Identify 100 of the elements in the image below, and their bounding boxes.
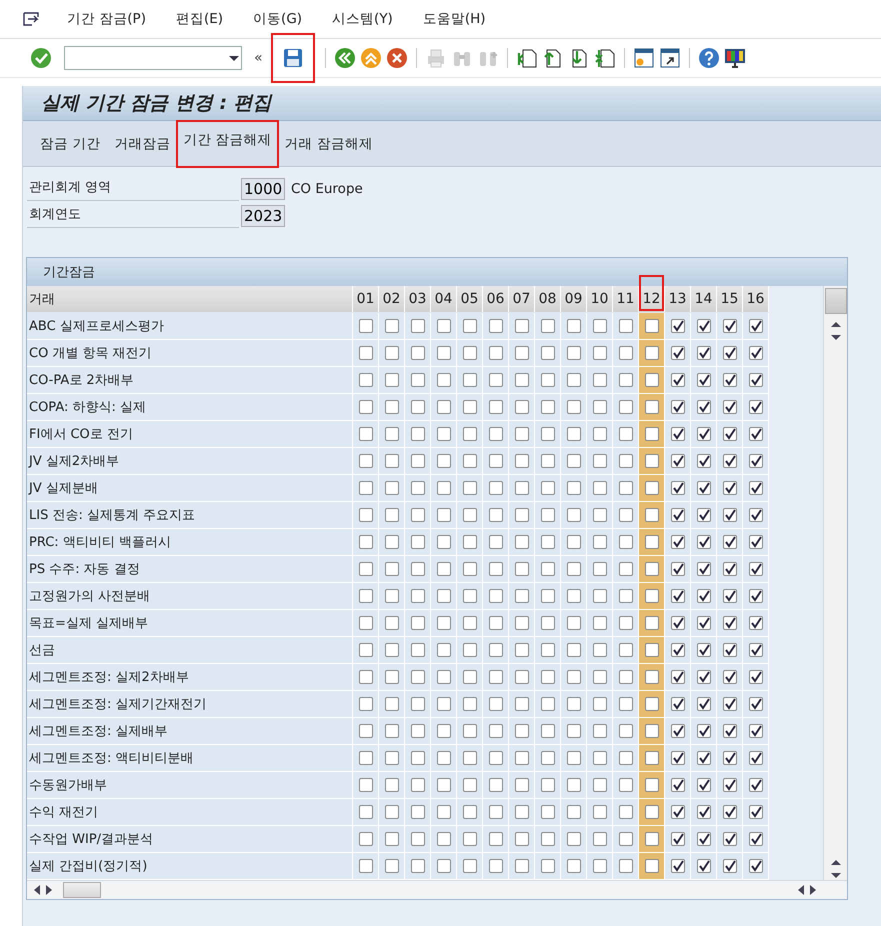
checkbox[interactable] [592,481,606,495]
menu-item[interactable]: 기간 잠금(P) [52,10,161,28]
checkbox[interactable] [748,724,762,738]
checkbox[interactable] [462,643,476,657]
checkbox[interactable] [592,697,606,711]
checkbox[interactable] [722,616,736,630]
checkbox[interactable] [644,805,658,819]
checkbox[interactable] [436,724,450,738]
checkbox[interactable] [748,643,762,657]
save-icon[interactable] [282,47,304,69]
checkbox[interactable] [566,778,580,792]
checkbox[interactable] [722,643,736,657]
checkbox[interactable] [566,481,580,495]
checkbox[interactable] [358,670,372,684]
checkbox[interactable] [358,697,372,711]
checkbox[interactable] [384,508,398,522]
checkbox[interactable] [540,859,554,873]
checkbox[interactable] [670,454,684,468]
checkbox[interactable] [358,589,372,603]
checkbox[interactable] [384,859,398,873]
checkbox[interactable] [436,346,450,360]
checkbox[interactable] [722,805,736,819]
checkbox[interactable] [566,670,580,684]
checkbox[interactable] [670,616,684,630]
checkbox[interactable] [670,562,684,576]
checkbox[interactable] [540,778,554,792]
column-header[interactable]: 14 [691,286,716,312]
checkbox[interactable] [748,535,762,549]
scroll-right-icon[interactable] [45,884,53,896]
checkbox[interactable] [436,454,450,468]
checkbox[interactable] [410,454,424,468]
checkbox[interactable] [488,589,502,603]
checkbox[interactable] [540,832,554,846]
checkbox[interactable] [748,400,762,414]
checkbox[interactable] [540,805,554,819]
checkbox[interactable] [514,724,528,738]
checkbox[interactable] [540,751,554,765]
menu-item[interactable]: 도움말(H) [408,10,501,28]
checkbox[interactable] [436,589,450,603]
checkbox[interactable] [410,859,424,873]
checkbox[interactable] [488,373,502,387]
column-header[interactable]: 12 [639,275,664,311]
checkbox[interactable] [618,481,632,495]
checkbox[interactable] [540,481,554,495]
checkbox[interactable] [384,697,398,711]
checkbox[interactable] [566,508,580,522]
checkbox[interactable] [748,562,762,576]
checkbox[interactable] [384,643,398,657]
checkbox[interactable] [670,319,684,333]
checkbox[interactable] [462,319,476,333]
toolbar-button[interactable]: 거래잠금 [107,124,178,162]
checkbox[interactable] [696,832,710,846]
checkbox[interactable] [514,643,528,657]
scroll-left-icon[interactable] [797,884,805,896]
checkbox[interactable] [540,643,554,657]
scroll-up-icon[interactable] [830,858,842,866]
checkbox[interactable] [592,724,606,738]
checkbox[interactable] [358,751,372,765]
checkbox[interactable] [592,778,606,792]
checkbox[interactable] [384,724,398,738]
checkbox[interactable] [462,832,476,846]
checkbox[interactable] [748,454,762,468]
checkbox[interactable] [488,535,502,549]
checkbox[interactable] [670,724,684,738]
checkbox[interactable] [358,643,372,657]
checkbox[interactable] [566,724,580,738]
checkbox[interactable] [722,778,736,792]
checkbox[interactable] [696,859,710,873]
checkbox[interactable] [462,616,476,630]
checkbox[interactable] [592,346,606,360]
checkbox[interactable] [722,697,736,711]
checkbox[interactable] [696,778,710,792]
checkbox[interactable] [410,589,424,603]
checkbox[interactable] [514,859,528,873]
checkbox[interactable] [748,778,762,792]
checkbox[interactable] [722,454,736,468]
checkbox[interactable] [722,373,736,387]
checkbox[interactable] [540,724,554,738]
checkbox[interactable] [488,805,502,819]
checkbox[interactable] [644,832,658,846]
checkbox[interactable] [488,778,502,792]
checkbox[interactable] [696,643,710,657]
checkbox[interactable] [618,724,632,738]
menu-item[interactable]: 이동(G) [238,10,318,28]
checkbox[interactable] [592,562,606,576]
checkbox[interactable] [618,508,632,522]
checkbox[interactable] [618,535,632,549]
checkbox[interactable] [592,400,606,414]
checkbox[interactable] [618,805,632,819]
checkbox[interactable] [618,670,632,684]
checkbox[interactable] [514,589,528,603]
checkbox[interactable] [384,535,398,549]
checkbox[interactable] [748,508,762,522]
column-header[interactable]: 03 [405,286,430,312]
checkbox[interactable] [384,319,398,333]
checkbox[interactable] [462,346,476,360]
checkbox[interactable] [384,670,398,684]
checkbox[interactable] [488,670,502,684]
checkbox[interactable] [540,346,554,360]
checkbox[interactable] [514,508,528,522]
